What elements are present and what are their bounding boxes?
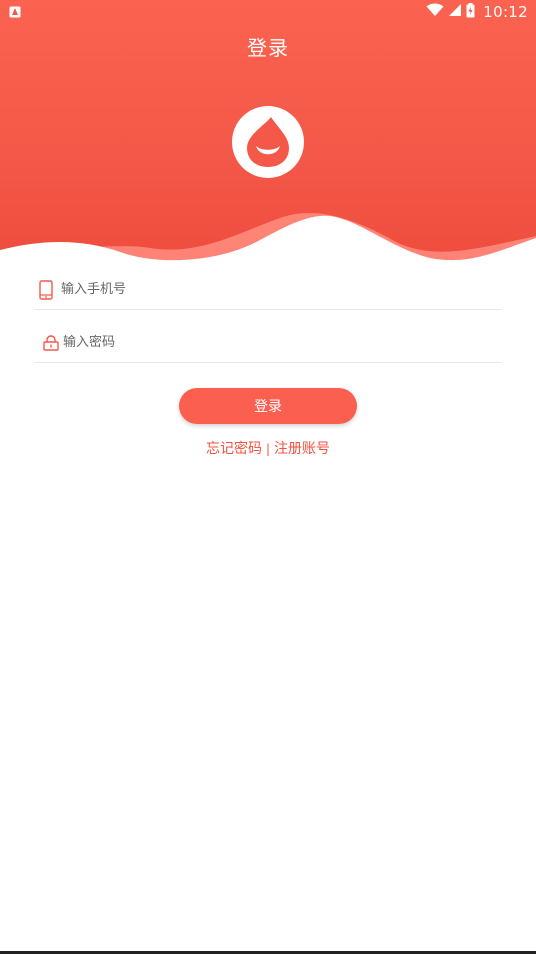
drop-smile-icon — [247, 117, 289, 167]
app-logo — [232, 106, 304, 178]
notification-icon — [8, 5, 22, 19]
link-separator: | — [265, 442, 271, 456]
phone-icon — [35, 279, 57, 301]
account-links: 忘记密码 | 注册账号 — [0, 438, 536, 458]
login-button[interactable]: 登录 — [179, 388, 357, 424]
page-title: 登录 — [247, 36, 289, 60]
register-link[interactable]: 注册账号 — [274, 441, 330, 457]
cell-signal-icon — [448, 3, 462, 21]
forgot-password-link[interactable]: 忘记密码 — [206, 441, 262, 457]
battery-icon — [466, 2, 475, 22]
password-input[interactable] — [63, 323, 501, 362]
wave-decoration — [0, 213, 536, 280]
wifi-icon — [426, 3, 444, 21]
phone-field — [35, 270, 501, 310]
status-bar: 10:12 — [0, 0, 536, 24]
lock-icon — [43, 332, 59, 354]
status-icons: 10:12 — [426, 2, 528, 22]
phone-input[interactable] — [61, 270, 501, 309]
password-field — [35, 323, 501, 363]
clock: 10:12 — [483, 3, 528, 21]
